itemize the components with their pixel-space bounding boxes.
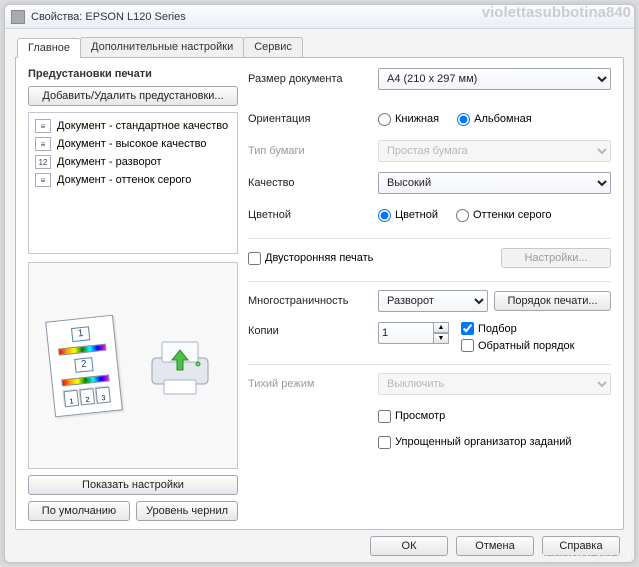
quiet-mode-select: Выключить: [378, 373, 611, 395]
tab-panel-main: Предустановки печати Добавить/Удалить пр…: [15, 57, 624, 530]
tab-advanced[interactable]: Дополнительные настройки: [80, 37, 244, 57]
multipage-label: Многостраничность: [248, 295, 378, 307]
divider: [248, 281, 611, 282]
paper-type-label: Тип бумаги: [248, 145, 378, 157]
preset-item-grayscale[interactable]: ≡ Документ - оттенок серого: [31, 171, 235, 189]
landscape-radio-input[interactable]: [457, 113, 470, 126]
page-number-2: 2: [74, 357, 93, 373]
copies-input[interactable]: [378, 322, 434, 344]
duplex-label: Двусторонняя печать: [265, 252, 373, 264]
collate-checkbox-input[interactable]: [461, 322, 474, 335]
color-label: Цветной: [248, 209, 378, 221]
preset-label: Документ - стандартное качество: [57, 120, 228, 132]
tiny-page-icon: 2: [79, 387, 95, 404]
portrait-radio-input[interactable]: [378, 113, 391, 126]
preset-item-high-quality[interactable]: ≡ Документ - высокое качество: [31, 135, 235, 153]
tiny-pages-icon: 1 2 3: [63, 386, 110, 407]
right-column: Размер документа A4 (210 x 297 мм) Ориен…: [248, 68, 611, 521]
quality-select[interactable]: Высокий: [378, 172, 611, 194]
printer-icon: [11, 10, 25, 24]
preset-label: Документ - высокое качество: [57, 138, 206, 150]
paper-type-select: Простая бумага: [378, 140, 611, 162]
color-radio-input[interactable]: [378, 209, 391, 222]
tiny-page-icon: 3: [95, 386, 111, 403]
add-remove-presets-button[interactable]: Добавить/Удалить предустановки...: [28, 86, 238, 106]
doc-size-select[interactable]: A4 (210 x 297 мм): [378, 68, 611, 90]
simple-organizer-checkbox[interactable]: Упрощенный организатор заданий: [378, 436, 572, 449]
doc-standard-icon: ≡: [35, 119, 51, 133]
defaults-button[interactable]: По умолчанию: [28, 501, 130, 521]
cancel-button[interactable]: Отмена: [456, 536, 534, 556]
divider: [248, 238, 611, 239]
collate-checkbox[interactable]: Подбор: [461, 322, 574, 335]
color-radio-label: Цветной: [395, 209, 438, 221]
duplex-checkbox[interactable]: Двусторонняя печать: [248, 252, 373, 265]
reverse-label: Обратный порядок: [478, 340, 574, 352]
grayscale-radio[interactable]: Оттенки серого: [456, 209, 551, 222]
preview-label: Просмотр: [395, 410, 445, 422]
grayscale-radio-input[interactable]: [456, 209, 469, 222]
page-number-1: 1: [71, 326, 90, 342]
orientation-label: Ориентация: [248, 113, 378, 125]
landscape-radio-label: Альбомная: [474, 113, 532, 125]
dialog-footer: ОК Отмена Справка: [15, 530, 624, 556]
rainbow-bar-icon: [61, 374, 109, 386]
tab-service[interactable]: Сервис: [243, 37, 303, 57]
presets-list[interactable]: ≡ Документ - стандартное качество ≡ Доку…: [28, 112, 238, 254]
preset-label: Документ - оттенок серого: [57, 174, 191, 186]
watermark-site: IRECOMMEND.RU: [534, 552, 633, 564]
orientation-portrait-radio[interactable]: Книжная: [378, 113, 439, 126]
quality-label: Качество: [248, 177, 378, 189]
multipage-select[interactable]: Разворот: [378, 290, 488, 312]
ok-button[interactable]: ОК: [370, 536, 448, 556]
doc-high-quality-icon: ≡: [35, 137, 51, 151]
layout-preview: 1 2 1 2 3: [28, 262, 238, 469]
print-order-button[interactable]: Порядок печати...: [494, 291, 611, 311]
client-area: Главное Дополнительные настройки Сервис …: [5, 29, 634, 562]
rainbow-bar-icon: [58, 343, 106, 355]
copies-spin-up[interactable]: ▲: [433, 322, 449, 333]
show-settings-button[interactable]: Показать настройки: [28, 475, 238, 495]
simple-organizer-label: Упрощенный организатор заданий: [395, 436, 572, 448]
quiet-mode-label: Тихий режим: [248, 378, 378, 390]
reverse-checkbox-input[interactable]: [461, 339, 474, 352]
orientation-landscape-radio[interactable]: Альбомная: [457, 113, 532, 126]
preset-label: Документ - разворот: [57, 156, 162, 168]
doc-spread-icon: 12: [35, 155, 51, 169]
reverse-order-checkbox[interactable]: Обратный порядок: [461, 339, 574, 352]
collate-label: Подбор: [478, 323, 517, 335]
color-radio[interactable]: Цветной: [378, 209, 438, 222]
duplex-settings-button: Настройки...: [501, 248, 611, 268]
printer-preview-icon: [144, 332, 216, 400]
page-layout-preview-icon: 1 2 1 2 3: [45, 314, 123, 417]
tab-main[interactable]: Главное: [17, 38, 81, 58]
dialog-window: Свойства: EPSON L120 Series Главное Допо…: [4, 4, 635, 563]
copies-spin-down[interactable]: ▼: [433, 333, 449, 344]
doc-size-label: Размер документа: [248, 73, 378, 85]
grayscale-radio-label: Оттенки серого: [473, 209, 551, 221]
window-title: Свойства: EPSON L120 Series: [31, 11, 186, 23]
tiny-page-icon: 1: [63, 389, 79, 406]
presets-heading: Предустановки печати: [28, 68, 238, 80]
duplex-checkbox-input[interactable]: [248, 252, 261, 265]
left-column: Предустановки печати Добавить/Удалить пр…: [28, 68, 238, 521]
copies-spinner[interactable]: ▲ ▼: [378, 322, 449, 344]
preset-item-spread[interactable]: 12 Документ - разворот: [31, 153, 235, 171]
copies-label: Копии: [248, 322, 378, 337]
simple-organizer-checkbox-input[interactable]: [378, 436, 391, 449]
tab-strip: Главное Дополнительные настройки Сервис: [17, 37, 624, 57]
watermark-username: violettasubbotina840: [482, 4, 631, 21]
portrait-radio-label: Книжная: [395, 113, 439, 125]
preset-item-standard[interactable]: ≡ Документ - стандартное качество: [31, 117, 235, 135]
ink-level-button[interactable]: Уровень чернил: [136, 501, 238, 521]
doc-grayscale-icon: ≡: [35, 173, 51, 187]
preview-checkbox[interactable]: Просмотр: [378, 410, 445, 423]
preview-checkbox-input[interactable]: [378, 410, 391, 423]
divider: [248, 364, 611, 365]
